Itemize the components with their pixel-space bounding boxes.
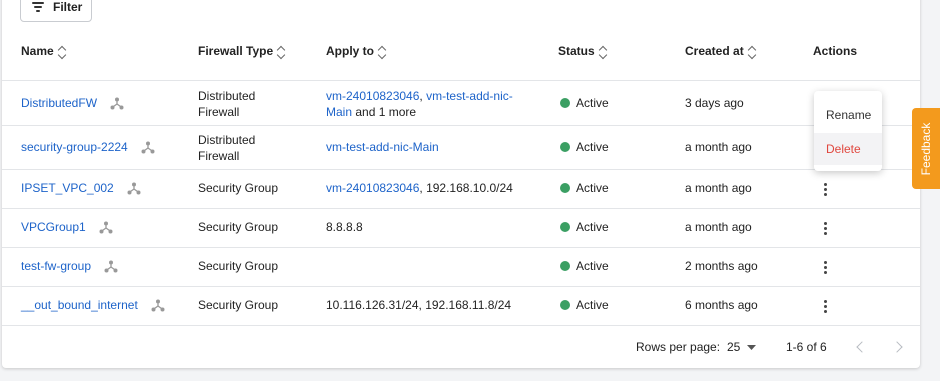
status-badge: Active bbox=[560, 220, 609, 234]
group-name-link[interactable]: security-group-2224 bbox=[21, 140, 128, 154]
table-row-name: security-group-2224 bbox=[21, 140, 155, 154]
firewall-type-cell: Distributed Firewall bbox=[198, 89, 256, 119]
status-dot bbox=[560, 98, 570, 108]
filter-label: Filter bbox=[53, 0, 83, 14]
filter-button[interactable]: Filter bbox=[20, 0, 92, 22]
status-dot bbox=[560, 142, 570, 152]
table-row-name: test-fw-group bbox=[21, 259, 118, 273]
more-vert-icon[interactable] bbox=[816, 180, 834, 198]
created-at-cell: 3 days ago bbox=[685, 96, 744, 110]
created-at-cell: a month ago bbox=[685, 220, 752, 234]
apply-link[interactable]: vm-24010823046 bbox=[326, 89, 419, 103]
firewall-type-cell: Security Group bbox=[198, 220, 279, 234]
apply-link[interactable]: vm-test-add-nic-Main bbox=[326, 140, 439, 154]
firewall-type-cell: Security Group bbox=[198, 298, 279, 312]
sort-icon[interactable] bbox=[747, 45, 756, 59]
pagination-range: 1-6 of 6 bbox=[786, 340, 827, 354]
table-row-name: VPCGroup1 bbox=[21, 220, 113, 234]
created-at-cell: a month ago bbox=[685, 140, 752, 154]
more-vert-icon[interactable] bbox=[816, 258, 834, 276]
apply-to-cell: vm-test-add-nic-Main bbox=[326, 140, 439, 154]
share-nodes-icon bbox=[99, 221, 113, 234]
row-divider bbox=[2, 208, 920, 209]
feedback-tab[interactable]: Feedback bbox=[912, 108, 940, 189]
table-row-name: __out_bound_internet bbox=[21, 298, 165, 312]
share-nodes-icon bbox=[151, 299, 165, 312]
apply-to-cell: vm-24010823046, 192.168.10.0/24 bbox=[326, 181, 513, 195]
status-badge: Active bbox=[560, 259, 609, 273]
delete-menu-item[interactable]: Delete bbox=[814, 133, 882, 165]
status-dot bbox=[560, 183, 570, 193]
created-at-cell: 2 months ago bbox=[685, 259, 758, 273]
filter-icon bbox=[32, 2, 44, 12]
status-dot bbox=[560, 222, 570, 232]
more-vert-icon[interactable] bbox=[816, 219, 834, 237]
sort-icon[interactable] bbox=[276, 45, 286, 59]
rows-per-page-label: Rows per page: bbox=[636, 340, 721, 354]
apply-to-cell: vm-24010823046, vm-test-add-nic- Main an… bbox=[326, 89, 513, 119]
status-badge: Active bbox=[560, 96, 609, 110]
caret-down-icon bbox=[747, 344, 757, 350]
rename-menu-item[interactable]: Rename bbox=[814, 99, 882, 131]
table-row-name: IPSET_VPC_002 bbox=[21, 181, 141, 195]
header-firewall-type[interactable]: Firewall Type bbox=[198, 44, 286, 59]
status-dot bbox=[560, 300, 570, 310]
rows-per-page-select[interactable]: 25 bbox=[727, 340, 757, 354]
apply-link[interactable]: Main bbox=[326, 105, 352, 119]
header-name[interactable]: Name bbox=[21, 44, 66, 59]
group-name-link[interactable]: VPCGroup1 bbox=[21, 220, 86, 234]
row-divider bbox=[2, 169, 920, 170]
share-nodes-icon bbox=[104, 260, 118, 273]
apply-link[interactable]: vm-test-add-nic- bbox=[426, 89, 513, 103]
status-dot bbox=[560, 261, 570, 271]
header-apply-to[interactable]: Apply to bbox=[326, 44, 387, 59]
group-name-link[interactable]: IPSET_VPC_002 bbox=[21, 181, 114, 195]
status-badge: Active bbox=[560, 298, 609, 312]
table-row-name: DistributedFW bbox=[21, 96, 124, 110]
row-divider bbox=[2, 125, 920, 126]
share-nodes-icon bbox=[141, 141, 155, 154]
created-at-cell: 6 months ago bbox=[685, 298, 758, 312]
row-divider bbox=[2, 247, 920, 248]
header-status[interactable]: Status bbox=[558, 44, 607, 59]
row-divider bbox=[2, 325, 920, 326]
status-badge: Active bbox=[560, 140, 609, 154]
row-divider bbox=[2, 286, 920, 287]
sort-icon[interactable] bbox=[57, 45, 66, 59]
sort-icon[interactable] bbox=[598, 45, 607, 59]
row-divider bbox=[2, 80, 920, 81]
firewall-type-cell: Security Group bbox=[198, 259, 279, 273]
header-created-at[interactable]: Created at bbox=[685, 44, 756, 59]
share-nodes-icon bbox=[110, 97, 124, 110]
status-badge: Active bbox=[560, 181, 609, 195]
group-name-link[interactable]: __out_bound_internet bbox=[21, 298, 138, 312]
sort-icon[interactable] bbox=[377, 45, 387, 59]
created-at-cell: a month ago bbox=[685, 181, 752, 195]
group-name-link[interactable]: test-fw-group bbox=[21, 259, 91, 273]
actions-menu: Rename Delete bbox=[814, 91, 882, 171]
feedback-label: Feedback bbox=[919, 122, 933, 175]
apply-to-cell: 8.8.8.8 bbox=[326, 220, 363, 234]
firewall-type-cell: Security Group bbox=[198, 181, 279, 195]
firewall-type-cell: Distributed Firewall bbox=[198, 133, 256, 163]
more-vert-icon[interactable] bbox=[816, 297, 834, 315]
share-nodes-icon bbox=[127, 182, 141, 195]
apply-link[interactable]: vm-24010823046 bbox=[326, 181, 419, 195]
apply-to-cell: 10.116.126.31/24, 192.168.11.8/24 bbox=[326, 298, 512, 312]
header-actions: Actions bbox=[813, 44, 858, 58]
group-name-link[interactable]: DistributedFW bbox=[21, 96, 97, 110]
